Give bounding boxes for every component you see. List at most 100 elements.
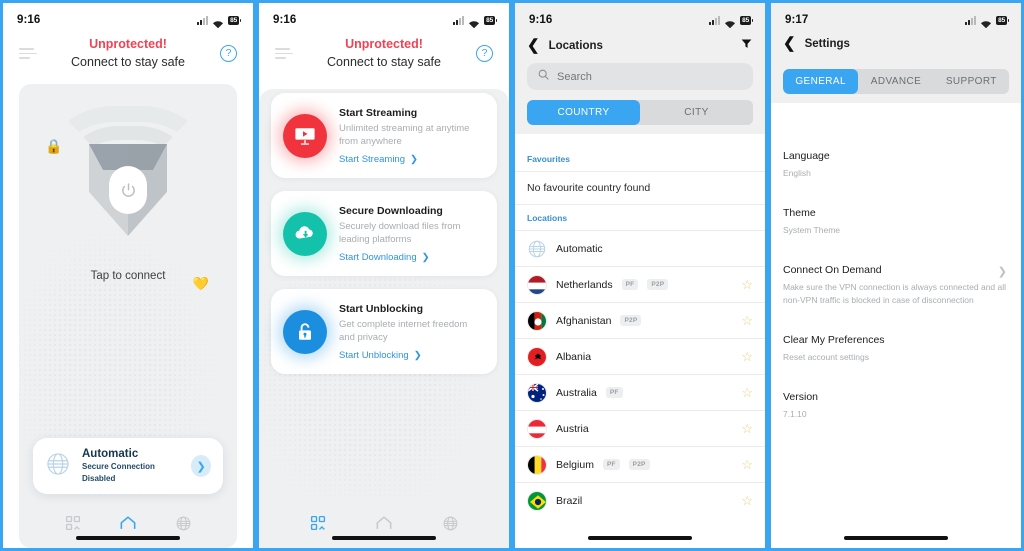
settings-nav-row: ❮ Settings xyxy=(771,31,1021,59)
badge-pf: PF xyxy=(621,279,639,290)
flag-brazil xyxy=(527,490,547,511)
home-indicator-bar xyxy=(76,536,180,540)
setting-row-language[interactable]: Language English xyxy=(783,149,1009,180)
list-item-belgium[interactable]: Belgium PF P2P ☆ xyxy=(515,446,765,482)
tab-city[interactable]: CITY xyxy=(640,100,753,125)
setting-row-clear-preferences[interactable]: Clear My Preferences Reset account setti… xyxy=(783,333,1009,364)
feature-card-streaming[interactable]: Start Streaming Unlimited streaming at a… xyxy=(271,93,497,178)
tab-advance[interactable]: ADVANCE xyxy=(858,69,933,94)
nav-home-icon[interactable] xyxy=(116,511,140,535)
power-button-icon[interactable] xyxy=(109,166,147,214)
home-indicator-bar xyxy=(332,536,436,540)
country-name: Austria xyxy=(556,422,589,435)
hamburger-icon[interactable] xyxy=(19,48,37,62)
feature-link-label: Start Downloading xyxy=(339,252,417,263)
monitor-play-icon xyxy=(283,113,327,158)
battery-indicator: 85 xyxy=(228,15,241,25)
selected-location-card[interactable]: Automatic Secure Connection Disabled ❯ xyxy=(33,438,223,494)
home-indicator-bar xyxy=(844,536,948,540)
selected-location-text: Automatic Secure Connection Disabled xyxy=(82,447,180,485)
country-name: Automatic xyxy=(556,242,603,255)
search-icon xyxy=(537,68,550,86)
setting-row-theme[interactable]: Theme System Theme xyxy=(783,206,1009,237)
status-bar-time: 9:16 xyxy=(529,14,553,26)
page-title: Locations xyxy=(548,40,603,52)
screen-home-disconnected: 9:16 85 Unprotected! Connect to stay saf… xyxy=(0,0,256,551)
feature-title: Start Streaming xyxy=(339,107,418,119)
chevron-left-icon[interactable]: ❮ xyxy=(527,38,540,53)
nav-home-icon[interactable] xyxy=(372,511,396,535)
wifi-icon xyxy=(980,16,992,28)
favourite-star-icon[interactable]: ☆ xyxy=(741,457,753,473)
connection-status-title: Unprotected! xyxy=(345,37,423,51)
connection-status-subtitle: Connect to stay safe xyxy=(327,55,441,69)
feature-link-downloading[interactable]: Start Downloading ❯ xyxy=(339,252,485,263)
connection-status-title: Unprotected! xyxy=(89,37,167,51)
help-circle-icon[interactable]: ? xyxy=(476,45,493,62)
country-name: Afghanistan xyxy=(556,314,612,327)
feature-link-unblocking[interactable]: Start Unblocking ❯ xyxy=(339,350,485,361)
favourites-section-label: Favourites xyxy=(527,154,570,164)
cellular-signal-icon xyxy=(965,15,977,25)
cellular-signal-icon xyxy=(709,15,721,25)
tab-support[interactable]: SUPPORT xyxy=(934,69,1009,94)
list-item-automatic[interactable]: Automatic xyxy=(515,230,765,266)
favourite-star-icon[interactable]: ☆ xyxy=(741,385,753,401)
chevron-right-icon[interactable]: ❯ xyxy=(191,455,211,477)
feature-link-label: Start Streaming xyxy=(339,154,405,165)
favourite-star-icon[interactable]: ☆ xyxy=(741,313,753,329)
setting-title: Connect On Demand xyxy=(783,264,882,276)
setting-value: Make sure the VPN connection is always c… xyxy=(783,282,1007,305)
page-title: Settings xyxy=(804,38,850,50)
chevron-left-icon[interactable]: ❮ xyxy=(783,36,796,51)
nav-globe-icon[interactable] xyxy=(171,511,195,535)
status-bar: 9:16 85 xyxy=(515,3,765,31)
list-item-afghanistan[interactable]: Afghanistan P2P ☆ xyxy=(515,302,765,338)
feature-card-unblocking[interactable]: Start Unblocking Get complete internet f… xyxy=(271,289,497,374)
filter-icon[interactable] xyxy=(740,37,753,55)
favourite-star-icon[interactable]: ☆ xyxy=(741,493,753,509)
feature-card-downloading[interactable]: Secure Downloading Securely download fil… xyxy=(271,191,497,276)
feature-card-text: Secure Downloading Securely download fil… xyxy=(339,204,485,263)
chevron-right-icon[interactable]: ❯ xyxy=(998,265,1007,278)
features-header: Unprotected! Connect to stay safe ? xyxy=(259,31,509,84)
tab-country[interactable]: COUNTRY xyxy=(527,100,640,125)
favourites-empty-text: No favourite country found xyxy=(527,182,651,194)
list-item-austria[interactable]: Austria ☆ xyxy=(515,410,765,446)
country-name: Netherlands xyxy=(556,278,613,291)
connect-map-area[interactable]: 🔒 💛 Tap to connect Automatic Secure Conn… xyxy=(19,84,237,548)
feature-card-text: Start Unblocking Get complete internet f… xyxy=(339,302,485,361)
flag-afghanistan xyxy=(527,310,547,331)
search-box[interactable] xyxy=(527,63,753,90)
locations-list[interactable]: Favourites No favourite country found Lo… xyxy=(515,146,765,548)
list-item-brazil[interactable]: Brazil ☆ xyxy=(515,482,765,518)
search-input[interactable] xyxy=(557,70,743,83)
feature-card-text: Start Streaming Unlimited streaming at a… xyxy=(339,106,485,165)
setting-row-connect-on-demand[interactable]: Connect On Demand Make sure the VPN conn… xyxy=(783,263,1009,307)
nav-apps-grid-icon[interactable] xyxy=(306,511,330,535)
locations-section-label: Locations xyxy=(527,213,568,223)
list-item-netherlands[interactable]: Netherlands PF P2P ☆ xyxy=(515,266,765,302)
country-name: Brazil xyxy=(556,494,583,507)
connection-status-subtitle: Connect to stay safe xyxy=(71,55,185,69)
status-bar-indicators: 85 xyxy=(453,15,497,28)
phone-screenshot-row: 9:16 85 Unprotected! Connect to stay saf… xyxy=(0,0,1024,551)
list-item-albania[interactable]: Albania ☆ xyxy=(515,338,765,374)
setting-value: System Theme xyxy=(783,225,841,235)
favourite-star-icon[interactable]: ☆ xyxy=(741,421,753,437)
feature-link-streaming[interactable]: Start Streaming ❯ xyxy=(339,154,485,165)
wifi-icon xyxy=(468,16,480,28)
screen-features: 9:16 85 Unprotected! Connect to stay saf… xyxy=(256,0,512,551)
tab-general[interactable]: GENERAL xyxy=(783,69,859,94)
list-item-australia[interactable]: Australia PF ☆ xyxy=(515,374,765,410)
badge-p2p: P2P xyxy=(647,279,669,290)
hamburger-icon[interactable] xyxy=(275,48,293,62)
favourite-star-icon[interactable]: ☆ xyxy=(741,277,753,293)
status-bar: 9:17 85 xyxy=(771,3,1021,31)
nav-globe-icon[interactable] xyxy=(438,511,462,535)
shield-power-icon[interactable] xyxy=(48,102,208,252)
favourite-star-icon[interactable]: ☆ xyxy=(741,349,753,365)
help-circle-icon[interactable]: ? xyxy=(220,45,237,62)
nav-apps-grid-icon[interactable] xyxy=(61,511,85,535)
feature-description: Unlimited streaming at anytime from anyw… xyxy=(339,123,470,147)
